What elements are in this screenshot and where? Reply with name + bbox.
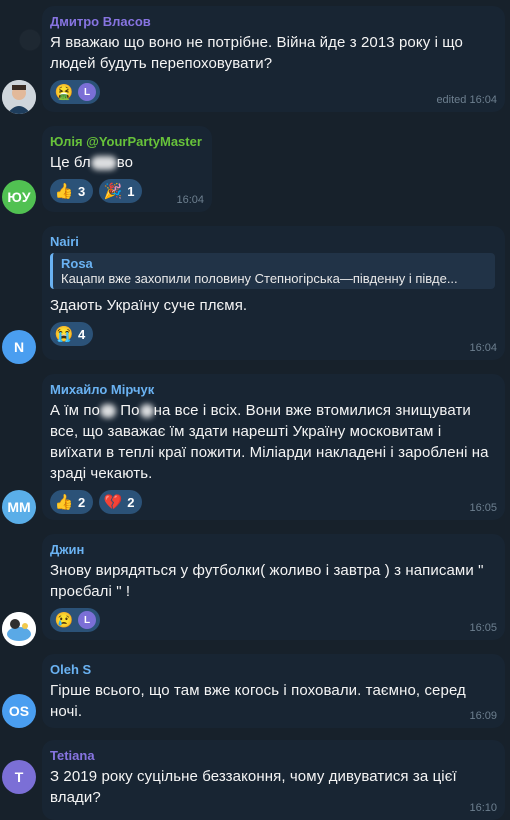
reaction-pill[interactable]: 👍 2 [50, 490, 94, 514]
message-author[interactable]: Nairi [50, 234, 495, 249]
thumbs-up-emoji-icon: 👍 [54, 183, 74, 200]
party-popper-emoji-icon: 🎉 [103, 183, 123, 200]
message-bubble[interactable]: Юлія @YourPartyMaster Це бл во 👍 3 🎉 1 16… [42, 126, 212, 212]
message-time: 16:10 [469, 802, 497, 814]
user-avatar[interactable]: ЮУ [2, 180, 36, 214]
crying-emoji-icon: 😭 [54, 326, 74, 343]
reaction-pill[interactable]: 👍 3 [50, 179, 94, 203]
reactor-avatar: L [78, 611, 96, 629]
person-photo-icon [2, 80, 36, 114]
reaction-pill[interactable]: 🎉 1 [99, 179, 143, 203]
avatar-initials: T [14, 769, 24, 785]
reply-quote[interactable]: Rosa Кацапи вже захопили половину Степно… [50, 253, 495, 289]
user-avatar[interactable]: N [2, 330, 36, 364]
message-author[interactable]: Джин [50, 542, 495, 557]
avatar-initials: MM [7, 499, 31, 515]
message-time: edited 16:04 [436, 94, 497, 106]
message-bubble[interactable]: Nairi Rosa Кацапи вже захопили половину … [42, 226, 505, 360]
quote-text: Кацапи вже захопили половину Степногірсь… [61, 271, 458, 286]
message-text: Знову вирядяться у футболки( жоливо і за… [50, 562, 484, 600]
message-author[interactable]: Юлія @YourPartyMaster [50, 134, 202, 149]
reactions: 🤮 L [50, 80, 495, 104]
message-text: Гірше всього, що там вже когось і похова… [50, 682, 466, 720]
message-time: 16:05 [469, 502, 497, 514]
reactions: 😢 L [50, 608, 495, 632]
message-text: Це бл во [50, 154, 134, 171]
message-time: 16:04 [469, 342, 497, 354]
reaction-pill[interactable]: 💔 2 [99, 490, 143, 514]
reaction-pill[interactable]: 😢 L [50, 608, 100, 632]
message-bubble[interactable]: Oleh S Гірше всього, що там вже когось і… [42, 654, 505, 728]
message-bubble[interactable]: Джин Знову вирядяться у футболки( жоливо… [42, 534, 505, 640]
censor-blur [90, 156, 117, 171]
quote-author: Rosa [61, 256, 93, 271]
reaction-pill[interactable]: 😭 4 [50, 322, 94, 346]
message-time: 16:09 [469, 710, 497, 722]
thumbs-up-emoji-icon: 👍 [54, 494, 74, 511]
user-avatar-photo[interactable] [2, 80, 36, 114]
sad-tear-emoji-icon: 😢 [54, 612, 74, 629]
reaction-count: 4 [78, 326, 86, 342]
user-avatar-sticker[interactable] [2, 612, 36, 646]
message-text: Я вважаю що воно не потрібне. Війна йде … [50, 34, 463, 72]
message-author[interactable]: Михайло Мірчук [50, 382, 495, 397]
message-time: 16:05 [469, 622, 497, 634]
reaction-count: 2 [127, 494, 135, 510]
reactions: 👍 2 💔 2 [50, 490, 495, 514]
user-avatar[interactable]: OS [2, 694, 36, 728]
message-text: А їм по По на все і всіх. Вони вже втомил… [50, 402, 489, 482]
reaction-count: 1 [127, 183, 135, 199]
message-author[interactable]: Tetiana [50, 748, 495, 763]
message-author[interactable]: Oleh S [50, 662, 495, 677]
avatar-initials: N [13, 339, 25, 355]
message-bubble[interactable]: Tetiana З 2019 року суцільне беззаконня,… [42, 740, 505, 820]
reaction-count: 2 [78, 494, 86, 510]
censor-blur [139, 404, 154, 419]
avatar-initials: ЮУ [7, 189, 31, 205]
message-text: Здають Україну суче плємя. [50, 297, 248, 314]
user-avatar[interactable]: MM [2, 490, 36, 524]
censor-blur [100, 404, 116, 419]
message-time: 16:04 [176, 194, 204, 206]
message-bubble[interactable]: Михайло Мірчук А їм по По на все і всіх. … [42, 374, 505, 520]
message-text: З 2019 року суцільне беззаконня, чому ди… [50, 768, 457, 806]
user-avatar[interactable]: T [2, 760, 36, 794]
broken-heart-emoji-icon: 💔 [103, 494, 123, 511]
reaction-count: 3 [78, 183, 86, 199]
reactions: 😭 4 [50, 322, 495, 346]
vomit-emoji-icon: 🤮 [54, 84, 74, 101]
message-bubble[interactable]: Дмитро Власов Я вважаю що воно не потріб… [42, 6, 505, 112]
sticker-avatar-icon [2, 612, 36, 646]
reactor-avatar: L [78, 83, 96, 101]
avatar-initials: OS [8, 703, 30, 719]
reaction-pill[interactable]: 🤮 L [50, 80, 100, 104]
message-author[interactable]: Дмитро Власов [50, 14, 495, 29]
